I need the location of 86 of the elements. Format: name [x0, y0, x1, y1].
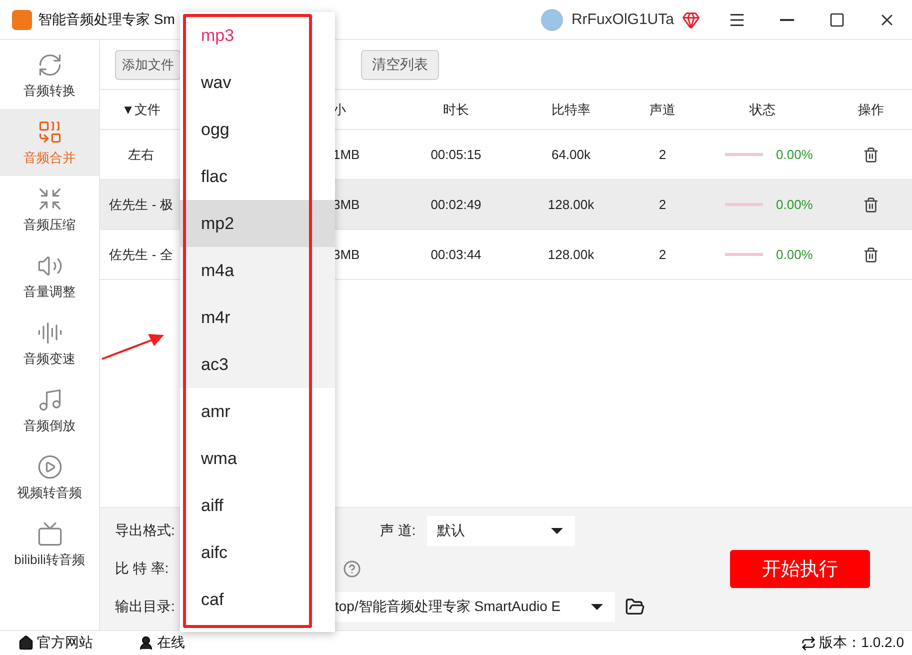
merge-icon: [36, 118, 62, 144]
maximize-icon: [829, 12, 845, 28]
table-cell-text: 00:05:15: [430, 147, 482, 162]
sidebar-item[interactable]: 音频转换: [0, 42, 99, 109]
app-logo-icon: [12, 10, 32, 30]
progress-percent: 0.00%: [776, 197, 813, 212]
person-icon: [138, 635, 154, 651]
channel-label: 声 道:: [380, 522, 417, 540]
sidebar-label: 音量调整: [24, 282, 76, 300]
tv-icon: [36, 520, 62, 546]
dropdown-option[interactable]: flac: [180, 153, 335, 200]
sound-wave-icon: [36, 320, 62, 346]
progress-percent: 0.00%: [776, 147, 813, 162]
table-cell-text: 00:02:49: [430, 197, 482, 212]
table-cell-text: 2: [658, 247, 668, 262]
gem-icon[interactable]: [682, 10, 700, 28]
column-header: 操作: [857, 100, 885, 118]
table-cell-text: 2: [658, 147, 668, 162]
trash-icon[interactable]: [863, 146, 879, 162]
sidebar-item[interactable]: 音频倒放: [0, 377, 99, 444]
dropdown-option[interactable]: wma: [180, 435, 335, 482]
table-cell-text: 1MB: [333, 147, 361, 162]
annotation-arrow: [102, 334, 164, 360]
dropdown-option[interactable]: m4a: [180, 247, 335, 294]
sidebar-label: 音频倒放: [24, 416, 76, 434]
column-header: 状态: [748, 100, 776, 118]
format-label: 导出格式:: [115, 522, 176, 540]
website-link[interactable]: 官方网站: [18, 634, 93, 652]
bitrate-label: 比 特 率:: [115, 560, 170, 578]
table-cell-text: 64.00k: [550, 147, 592, 162]
home-icon: [18, 635, 34, 651]
progress-percent: 0.00%: [776, 247, 813, 262]
start-button[interactable]: 开始执行: [730, 550, 870, 588]
column-header[interactable]: ▼文件: [100, 100, 182, 118]
trash-icon[interactable]: [863, 246, 879, 262]
dropdown-option[interactable]: m4r: [180, 294, 335, 341]
table-cell-text: 左右: [127, 146, 155, 164]
table-cell-text: 3MB: [333, 247, 361, 262]
table-cell-text: 佐先生 - 极: [108, 196, 174, 214]
column-header: 时长: [442, 100, 470, 118]
dropdown-option[interactable]: aiff: [180, 482, 335, 529]
version-label: 版本：1.0.2.0: [801, 634, 904, 652]
music-note-icon: [36, 386, 62, 412]
channel-select[interactable]: 默认: [427, 516, 575, 546]
sidebar-item[interactable]: 音频变速: [0, 310, 99, 377]
sidebar-label: 音频合并: [24, 148, 76, 166]
column-header: 声道: [648, 100, 676, 118]
dropdown-option[interactable]: amr: [180, 388, 335, 435]
play-circle-icon: [36, 454, 62, 480]
table-cell-text: 3MB: [333, 197, 361, 212]
help-icon[interactable]: [343, 560, 361, 578]
column-header: 比特率: [550, 100, 592, 118]
table-cell-text: 00:03:44: [430, 247, 482, 262]
trash-icon[interactable]: [863, 196, 879, 212]
compress-icon: [36, 186, 62, 212]
sidebar-item[interactable]: 音量调整: [0, 243, 99, 310]
sidebar-label: bilibili转音频: [14, 550, 85, 568]
dropdown-option[interactable]: ac3: [180, 341, 335, 388]
sidebar-item[interactable]: bilibili转音频: [0, 511, 99, 578]
sidebar-label: 音频压缩: [24, 216, 76, 234]
user-name[interactable]: RrFuxOlG1UTa: [571, 11, 674, 28]
dropdown-option[interactable]: ogg: [180, 106, 335, 153]
dropdown-option[interactable]: aifc: [180, 529, 335, 576]
sidebar-label: 音频变速: [24, 350, 76, 368]
add-file-button[interactable]: 添加文件: [115, 50, 181, 80]
table-cell-text: 佐先生 - 全: [108, 246, 174, 264]
minimize-icon: [780, 18, 794, 20]
sidebar-label: 音频转换: [24, 82, 76, 100]
table-cell-text: 2: [658, 197, 668, 212]
convert-icon: [36, 52, 62, 78]
table-cell-text: 128.00k: [546, 247, 596, 262]
dropdown-option[interactable]: wav: [180, 59, 335, 106]
sidebar-item[interactable]: 音频压缩: [0, 176, 99, 243]
support-link[interactable]: 在线: [138, 634, 185, 652]
table-cell-text: 128.00k: [546, 197, 596, 212]
refresh-icon: [801, 636, 816, 650]
dropdown-option[interactable]: caf: [180, 576, 335, 623]
output-label: 输出目录:: [115, 598, 176, 616]
sidebar-item[interactable]: 视频转音频: [0, 444, 99, 511]
dropdown-option[interactable]: mp3: [180, 12, 335, 59]
clear-list-button[interactable]: 清空列表: [361, 50, 439, 80]
folder-icon[interactable]: [625, 597, 645, 617]
output-path-select[interactable]: top/智能音频处理专家 SmartAudio E: [333, 592, 615, 622]
window-title: 智能音频处理专家 Sm: [38, 10, 175, 28]
dropdown-option[interactable]: mp2: [180, 200, 335, 247]
sidebar-label: 视频转音频: [17, 484, 82, 502]
